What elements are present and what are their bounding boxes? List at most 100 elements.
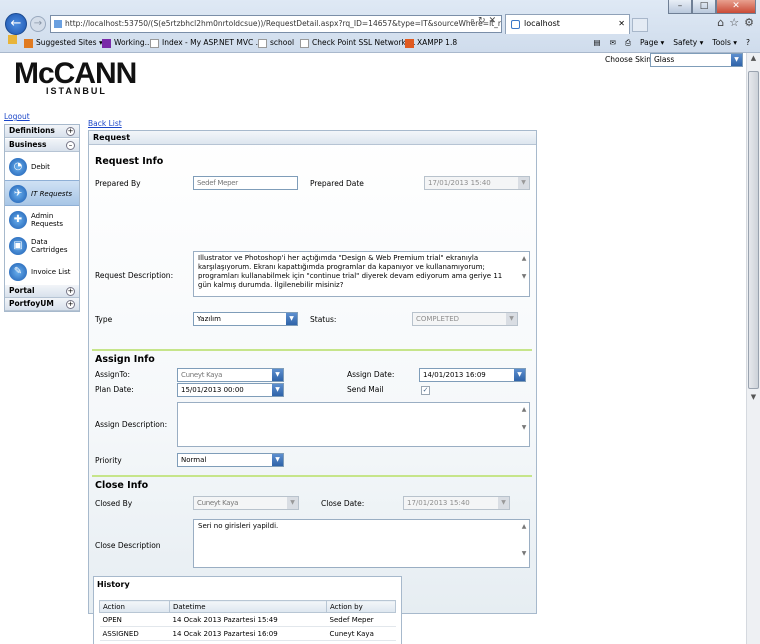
- tools-menu[interactable]: Tools ▾: [712, 35, 737, 51]
- history-title: History: [97, 580, 130, 589]
- mail-icon[interactable]: ✉: [610, 35, 616, 51]
- table-cell: 14 Ocak 2013 Pazartesi 15:49: [169, 612, 327, 627]
- table-header-row: Action Datetime Action by: [99, 600, 396, 613]
- fav-index-mvc[interactable]: Index - My ASP.NET MVC ...: [150, 35, 263, 51]
- close-tab-icon[interactable]: ✕: [618, 15, 625, 33]
- sidebar-item-it-requests[interactable]: ✈ IT Requests: [5, 180, 79, 206]
- stop-icon[interactable]: ✕: [489, 16, 500, 26]
- fav-suggested-sites[interactable]: Suggested Sites ▾: [24, 35, 103, 51]
- safety-menu[interactable]: Safety ▾: [673, 35, 703, 51]
- sidebar-item-invoice-list[interactable]: ✎ Invoice List: [5, 259, 79, 285]
- expand-icon[interactable]: +: [66, 127, 75, 136]
- send-mail-checkbox[interactable]: ✓: [421, 386, 430, 395]
- close-window-button[interactable]: ✕: [716, 0, 756, 14]
- section-divider: [92, 349, 532, 351]
- panel-portal[interactable]: Portal +: [5, 285, 79, 298]
- column-header[interactable]: Action by: [326, 600, 396, 613]
- type-select[interactable]: Yazılım ▼: [193, 312, 298, 326]
- favorites-icon[interactable]: [8, 35, 17, 44]
- fav-xampp[interactable]: XAMPP 1.8: [405, 35, 457, 51]
- history-table: Action Datetime Action by OPEN 14 Ocak 2…: [99, 600, 396, 641]
- close-date-field[interactable]: 17/01/2013 15:40 ▼: [403, 496, 510, 510]
- forward-arrow-icon[interactable]: →: [30, 16, 46, 32]
- fav-working[interactable]: Working...: [102, 35, 152, 51]
- search-icon[interactable]: ⌕: [470, 16, 478, 26]
- closed-by-value: Cuneyt Kaya: [197, 499, 239, 507]
- scroll-down-icon[interactable]: ▼: [747, 393, 760, 407]
- favorites-star-icon[interactable]: ☆: [729, 16, 739, 29]
- prepared-by-value: Sedef Meper: [197, 179, 238, 187]
- maximize-button[interactable]: □: [692, 0, 716, 14]
- table-row[interactable]: OPEN 14 Ocak 2013 Pazartesi 15:49 Sedef …: [99, 612, 396, 627]
- help-icon[interactable]: ?: [746, 35, 750, 51]
- textarea-scrollbar[interactable]: ▲ ▼: [520, 522, 528, 565]
- fav-school[interactable]: school: [258, 35, 294, 51]
- sidebar-item-data-cartridges[interactable]: ▣ Data Cartridges: [5, 233, 79, 259]
- prepared-by-field[interactable]: Sedef Meper: [193, 176, 298, 190]
- request-description-field[interactable]: Illustrator ve Photoshop'i her açtığımda…: [193, 251, 530, 297]
- calendar-dropdown-icon[interactable]: ▼: [518, 177, 529, 189]
- table-cell: Sedef Meper: [326, 612, 396, 627]
- chevron-down-icon[interactable]: ▼: [272, 369, 283, 381]
- chevron-down-icon[interactable]: ▼: [287, 497, 298, 509]
- calendar-dropdown-icon[interactable]: ▼: [272, 384, 283, 396]
- panel-portfoyum[interactable]: PortfoyUM +: [5, 298, 79, 311]
- assign-description-label: Assign Description:: [95, 420, 168, 429]
- fav-checkpoint[interactable]: Check Point SSL Network ...: [300, 35, 415, 51]
- sidebar-item-debit[interactable]: ◔ Debit: [5, 154, 79, 180]
- scroll-up-icon[interactable]: ▲: [747, 54, 760, 68]
- table-row[interactable]: ASSIGNED 14 Ocak 2013 Pazartesi 16:09 Cu…: [99, 626, 396, 641]
- prepared-date-field[interactable]: 17/01/2013 15:40 ▼: [424, 176, 530, 190]
- collapse-icon[interactable]: –: [66, 141, 75, 150]
- back-list-link[interactable]: Back List: [88, 119, 122, 128]
- panel-definitions[interactable]: Definitions +: [5, 125, 79, 138]
- chevron-down-icon[interactable]: ▼: [272, 454, 283, 466]
- expand-icon[interactable]: +: [66, 300, 75, 309]
- refresh-icon[interactable]: ↻: [478, 16, 489, 26]
- table-cell: OPEN: [99, 612, 170, 627]
- type-value: Yazılım: [197, 315, 221, 323]
- close-description-field[interactable]: Seri no girisleri yapildi. ▲ ▼: [193, 519, 530, 568]
- column-header[interactable]: Datetime: [169, 600, 327, 613]
- chevron-down-icon[interactable]: ▼: [286, 313, 297, 325]
- sidebar-item-label: IT Requests: [31, 190, 72, 198]
- scroll-thumb[interactable]: [748, 71, 759, 389]
- home-icon[interactable]: ⌂: [717, 16, 724, 29]
- panel-business[interactable]: Business –: [5, 139, 79, 152]
- closed-by-select[interactable]: Cuneyt Kaya ▼: [193, 496, 299, 510]
- textarea-scrollbar[interactable]: ▲ ▼: [520, 254, 528, 294]
- panel-label: PortfoyUM: [9, 299, 54, 308]
- skin-select[interactable]: Glass ▼: [650, 53, 743, 67]
- favorites-bar: Suggested Sites ▾ Working... Index - My …: [0, 35, 760, 52]
- sidebar-item-label: Data Cartridges: [31, 238, 68, 254]
- minimize-button[interactable]: –: [668, 0, 692, 14]
- column-header[interactable]: Action: [99, 600, 170, 613]
- rss-icon[interactable]: ▤: [594, 35, 601, 51]
- sidebar-item-admin-requests[interactable]: ✚ Admin Requests: [5, 207, 79, 233]
- closed-by-label: Closed By: [95, 499, 133, 508]
- chevron-down-icon[interactable]: ▼: [731, 54, 742, 66]
- plan-date-field[interactable]: 15/01/2013 00:00 ▼: [177, 383, 284, 397]
- assign-date-label: Assign Date:: [347, 370, 395, 379]
- new-tab-button[interactable]: [632, 18, 648, 32]
- assign-description-field[interactable]: ▲ ▼: [177, 402, 530, 447]
- assign-date-field[interactable]: 14/01/2013 16:09 ▼: [419, 368, 526, 382]
- priority-select[interactable]: Normal ▼: [177, 453, 284, 467]
- page-menu[interactable]: Page ▾: [640, 35, 664, 51]
- priority-label: Priority: [95, 456, 122, 465]
- back-arrow-icon[interactable]: ←: [5, 13, 27, 35]
- calendar-dropdown-icon[interactable]: ▼: [498, 497, 509, 509]
- tab-localhost[interactable]: localhost ✕: [505, 14, 630, 34]
- status-select[interactable]: COMPLETED ▼: [412, 312, 518, 326]
- settings-gear-icon[interactable]: ⚙: [744, 16, 754, 29]
- page-scrollbar[interactable]: ▲ ▼: [746, 53, 760, 644]
- logout-link[interactable]: Logout: [4, 112, 30, 121]
- chevron-down-icon[interactable]: ▼: [506, 313, 517, 325]
- address-bar[interactable]: http://localhost:53750/(S(e5rtzbhcl2hm0n…: [50, 15, 502, 33]
- calendar-dropdown-icon[interactable]: ▼: [514, 369, 525, 381]
- print-icon[interactable]: ⎙: [625, 35, 631, 51]
- expand-icon[interactable]: +: [66, 287, 75, 296]
- assign-to-select[interactable]: Cuneyt Kaya ▼: [177, 368, 284, 382]
- debit-icon: ◔: [9, 158, 27, 176]
- textarea-scrollbar[interactable]: ▲ ▼: [520, 405, 528, 444]
